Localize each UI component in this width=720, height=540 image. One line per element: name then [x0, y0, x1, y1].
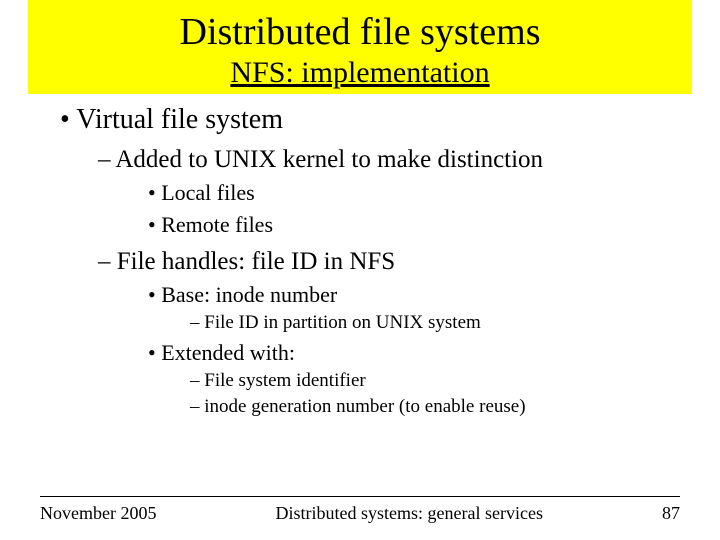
- slide-subtitle: NFS: implementation: [28, 56, 692, 90]
- bullet-l3: • Base: inode number: [148, 282, 680, 308]
- footer-page-number: 87: [662, 503, 680, 524]
- bullet-l4: – File system identifier: [190, 370, 680, 392]
- bullet-l2: – File handles: file ID in NFS: [98, 248, 680, 276]
- footer-title: Distributed systems: general services: [156, 503, 662, 524]
- title-block: Distributed file systems NFS: implementa…: [28, 0, 692, 94]
- bullet-l3: • Extended with:: [148, 340, 680, 366]
- bullet-l3: • Remote files: [148, 212, 680, 238]
- slide-content: • Virtual file system – Added to UNIX ke…: [0, 94, 720, 418]
- bullet-l4: – File ID in partition on UNIX system: [190, 312, 680, 334]
- slide-footer: November 2005 Distributed systems: gener…: [0, 496, 720, 524]
- footer-divider: [40, 496, 680, 497]
- bullet-text: Extended with:: [161, 340, 295, 365]
- slide-title: Distributed file systems: [28, 10, 692, 54]
- bullet-text: Added to UNIX kernel to make distinction: [115, 146, 543, 173]
- bullet-l3: • Local files: [148, 180, 680, 206]
- bullet-l1: • Virtual file system: [60, 104, 680, 136]
- bullet-l2: – Added to UNIX kernel to make distincti…: [98, 146, 680, 174]
- bullet-text: File handles: file ID in NFS: [117, 248, 395, 275]
- bullet-l4: – inode generation number (to enable reu…: [190, 396, 680, 418]
- bullet-text: Remote files: [161, 212, 273, 237]
- bullet-text: Virtual file system: [76, 104, 283, 135]
- bullet-text: File ID in partition on UNIX system: [204, 312, 481, 333]
- bullet-text: Base: inode number: [161, 282, 337, 307]
- footer-row: November 2005 Distributed systems: gener…: [40, 503, 680, 524]
- footer-date: November 2005: [40, 503, 156, 524]
- bullet-text: File system identifier: [204, 370, 365, 391]
- bullet-text: inode generation number (to enable reuse…: [204, 396, 525, 417]
- bullet-text: Local files: [161, 180, 254, 205]
